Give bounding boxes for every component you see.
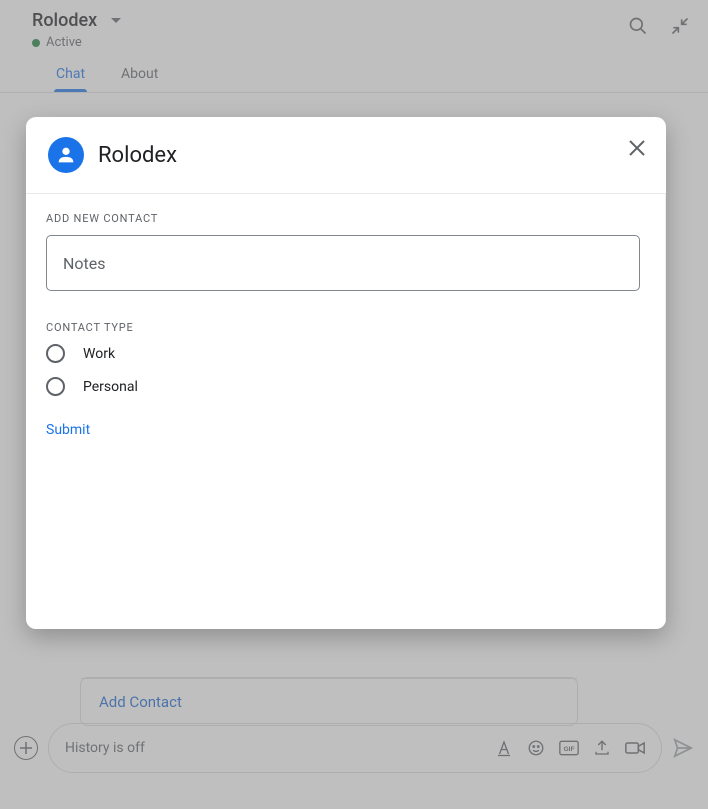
radio-icon [46,344,65,363]
section-add-contact-label: ADD NEW CONTACT [46,212,645,225]
dialog-header: Rolodex [26,117,666,194]
radio-icon [46,377,65,396]
add-contact-dialog: Rolodex ADD NEW CONTACT Notes CONTACT TY… [26,117,666,629]
submit-button[interactable]: Submit [46,422,645,438]
contact-type-group: Work Personal [46,344,645,396]
close-icon[interactable] [628,139,646,157]
submit-label: Submit [46,422,90,438]
radio-label-personal: Personal [83,379,138,395]
radio-option-work[interactable]: Work [46,344,645,363]
radio-label-work: Work [83,346,115,362]
section-contact-type-label: CONTACT TYPE [46,321,645,334]
dialog-body: ADD NEW CONTACT Notes CONTACT TYPE Work … [26,194,666,629]
radio-option-personal[interactable]: Personal [46,377,645,396]
dialog-title: Rolodex [98,143,177,168]
notes-placeholder: Notes [63,254,106,273]
notes-input[interactable]: Notes [46,235,640,291]
person-icon [48,137,84,173]
